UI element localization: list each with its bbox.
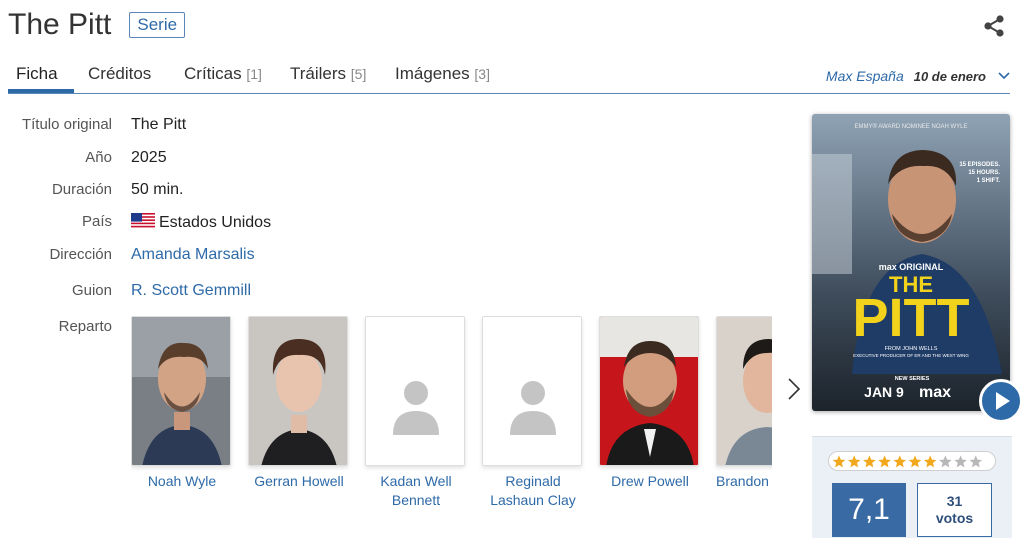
votes-number: 31 [946,493,963,509]
poster-image[interactable]: EMMY® AWARD NOMINEE NOAH WYLE 15 EPISODE… [812,114,1010,411]
info-label: Título original [21,116,112,133]
user-placeholder-icon [483,317,581,465]
star-empty-icon [954,455,967,468]
star-filled-icon [908,455,922,468]
active-tab-indicator [8,89,74,93]
poster-brand: max ORIGINAL [879,262,944,272]
poster-network: max [919,384,951,401]
tab-label: Ficha [16,64,58,83]
tab-bar: Ficha Créditos Críticas [1] Tráilers [5]… [8,58,1010,94]
tab-count: [1] [246,66,262,82]
cast-member[interactable]: Kadan Well Bennett [365,316,467,510]
poster-credit: FROM JOHN WELLS [885,346,938,352]
cast-carousel: Noah Wyle Gerran Howell Kadan Well Benne… [131,316,772,526]
info-label: Reparto [58,318,112,335]
share-icon[interactable] [982,14,1006,38]
cast-name: Kadan Well Bennett [380,473,452,508]
poster-title-line2: PITT [853,288,970,348]
poster-credit: EXECUTIVE PRODUCER OF ER AND THE WEST WI… [853,353,969,358]
tab-label: Créditos [88,64,152,83]
star-rating-icon [832,455,983,468]
cast-photo [248,316,348,466]
star-filled-icon [893,455,907,468]
votes-label: votos [935,510,974,526]
writer-link[interactable]: R. Scott Gemmill [131,282,251,300]
info-value: 2025 [131,149,167,166]
country-name: Estados Unidos [159,214,272,231]
play-trailer-button[interactable] [979,379,1023,423]
star-empty-icon [969,455,983,468]
play-icon [996,392,1010,410]
info-value: 50 min. [131,181,184,198]
poster-new-series: NEW SERIES [895,376,930,382]
info-label: Año [85,149,112,166]
tab-criticas[interactable]: Críticas [1] [184,64,262,84]
cast-name: Reginald Lashaun Clay [490,473,576,508]
rating-box: 7,1 31 votos [812,436,1012,538]
us-flag-icon [131,213,155,229]
cast-photo [716,316,772,466]
tab-creditos[interactable]: Créditos [88,64,151,84]
info-label: Dirección [49,246,112,263]
rating-stars [828,451,996,471]
title-row: The Pitt Serie [8,8,186,42]
star-filled-icon [923,455,937,468]
cast-name: Brandon Keener [716,473,772,489]
info-label: Duración [51,181,112,198]
tab-trailers[interactable]: Tráilers [5] [290,64,366,84]
cast-name: Gerran Howell [254,473,344,489]
tab-count: [5] [350,66,367,82]
info-label: Guion [71,282,112,299]
cast-name: Drew Powell [611,473,689,489]
star-filled-icon [878,455,891,468]
release-date: 10 de enero [913,68,986,84]
poster-top-text: EMMY® AWARD NOMINEE NOAH WYLE [855,123,968,130]
cast-member[interactable]: Gerran Howell [248,316,350,491]
cast-member[interactable]: Drew Powell [599,316,701,491]
page-title: The Pitt [8,8,112,41]
cast-name: Noah Wyle [147,473,217,489]
poster-side-text: 1 SHIFT. [977,178,1001,184]
type-badge: Serie [129,12,186,38]
release-dropdown[interactable]: Max España 10 de enero [826,68,1010,84]
info-value: Estados Unidos [131,213,271,232]
cast-photo-placeholder [365,316,465,466]
cast-photo [131,316,231,466]
star-filled-icon [863,455,876,468]
tab-count: [3] [474,66,490,82]
poster-side-text: 15 HOURS. [968,170,1000,176]
cast-member[interactable]: Noah Wyle [131,316,233,491]
info-label: País [81,213,112,230]
rating-value: 7,1 [832,483,906,537]
tab-ficha[interactable]: Ficha [16,64,58,84]
poster-side-text: 15 EPISODES. [959,162,1000,168]
votes-count[interactable]: 31 votos [917,483,992,537]
star-filled-icon [847,455,861,468]
cast-member[interactable]: Reginald Lashaun Clay [482,316,584,510]
user-placeholder-icon [366,317,464,465]
tab-imagenes[interactable]: Imágenes [3] [395,64,490,84]
chevron-right-icon[interactable] [787,377,801,401]
tab-label: Críticas [184,64,242,83]
tab-label: Tráilers [290,64,347,83]
star-empty-icon [939,455,952,468]
tab-label: Imágenes [395,64,470,83]
cast-photo [599,316,699,466]
release-platform: Max España [825,68,904,84]
poster-date: JAN 9 [864,384,904,400]
cast-member[interactable]: Brandon Keener [716,316,772,491]
cast-photo-placeholder [482,316,582,466]
info-value: The Pitt [131,116,187,133]
chevron-down-icon [998,72,1010,80]
director-link[interactable]: Amanda Marsalis [131,246,255,264]
star-filled-icon [832,455,846,468]
